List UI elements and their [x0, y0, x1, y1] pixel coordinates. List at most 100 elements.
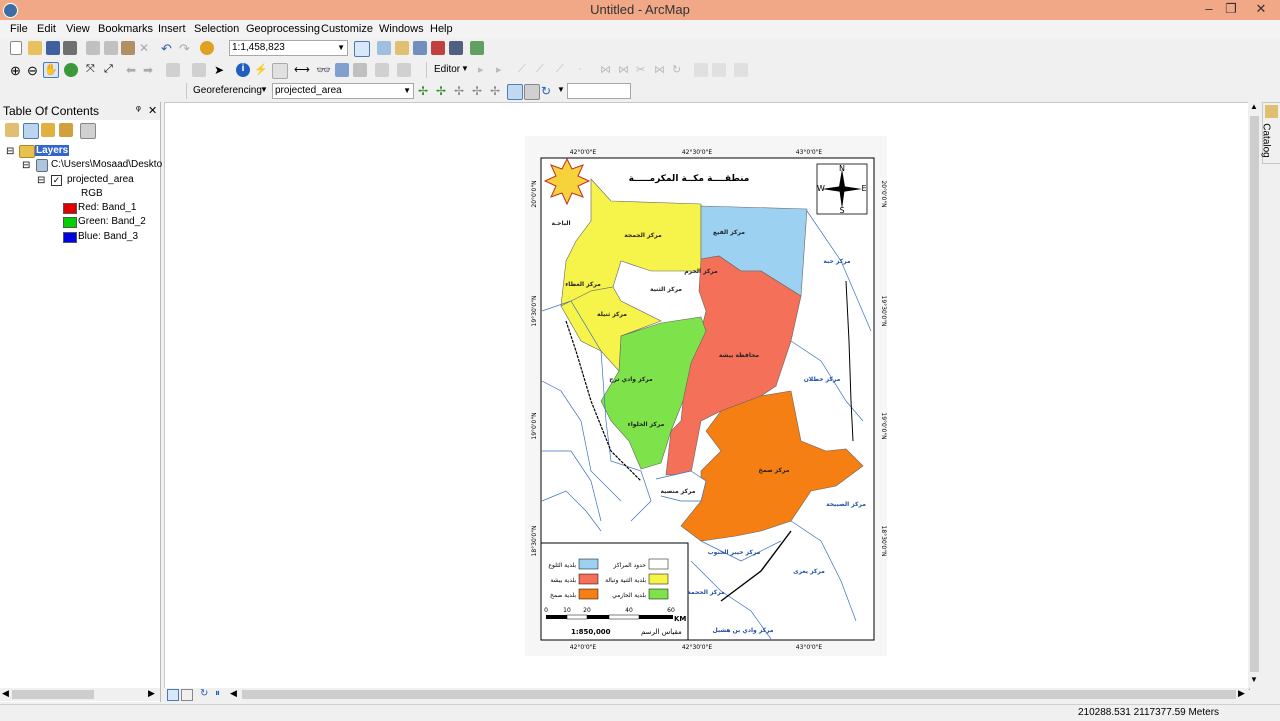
rotate-dropdown-icon[interactable]: ▼: [557, 85, 565, 94]
catalog-window-icon[interactable]: [395, 41, 409, 55]
open-folder-icon[interactable]: [28, 41, 42, 55]
menu-edit[interactable]: Edit: [37, 23, 56, 35]
georeferencing-menu[interactable]: Georeferencing: [193, 85, 262, 96]
editor-dropdown-icon[interactable]: ▼: [461, 64, 469, 73]
reshape-feature-icon[interactable]: ⋈: [618, 63, 632, 77]
create-features-icon[interactable]: [734, 63, 748, 77]
split-tool-icon[interactable]: ⋈: [654, 63, 668, 77]
refresh-icon[interactable]: ↻: [200, 688, 208, 699]
rotate-georef-icon[interactable]: ✢: [418, 84, 432, 98]
scale-georef-icon[interactable]: ✢: [454, 84, 468, 98]
map-vertical-scrollbar[interactable]: ▲ ▼: [1248, 102, 1261, 688]
cut-icon[interactable]: [86, 41, 100, 55]
menu-insert[interactable]: Insert: [158, 23, 186, 35]
scroll-down-icon[interactable]: ▼: [1250, 675, 1258, 684]
paste-icon[interactable]: [121, 41, 135, 55]
select-elements-arrow-icon[interactable]: ➤: [214, 63, 228, 77]
sketch-properties-icon[interactable]: [712, 63, 726, 77]
time-slider-icon[interactable]: [375, 63, 389, 77]
rotate-tool-icon[interactable]: ↻: [672, 63, 686, 77]
zoom-out-icon[interactable]: ⊖: [27, 63, 41, 78]
map-horizontal-scrollbar[interactable]: ↻ ⏸ ◀ ▶: [164, 688, 1248, 702]
undo-icon[interactable]: ↶: [161, 41, 175, 56]
scroll-right-icon[interactable]: ▶: [1238, 688, 1245, 699]
hyperlink-icon[interactable]: ⚡: [254, 63, 268, 77]
table-of-contents-icon[interactable]: [377, 41, 391, 55]
menu-windows[interactable]: Windows: [379, 23, 424, 35]
fixed-zoom-in-icon[interactable]: ⤧: [86, 63, 100, 77]
edit-vertices-icon[interactable]: ⋈: [600, 63, 614, 77]
model-builder-icon[interactable]: [470, 41, 484, 55]
zoom-in-icon[interactable]: ⊕: [10, 63, 24, 78]
menu-file[interactable]: File: [10, 23, 28, 35]
redo-icon[interactable]: ↷: [179, 41, 193, 56]
layer-name[interactable]: projected_area: [67, 174, 134, 185]
toc-options-icon[interactable]: [80, 123, 96, 139]
html-popup-icon[interactable]: [272, 63, 288, 79]
layer-visibility-checkbox[interactable]: ✓: [51, 175, 62, 186]
toc-pin-icon[interactable]: ᵠ: [136, 104, 141, 116]
map-data-view[interactable]: منطقــــة مكــة المكرمـــــة حدود المراك…: [164, 102, 1250, 690]
edit-annotation-icon[interactable]: ▸: [496, 63, 510, 77]
forward-arrow-icon[interactable]: ➡: [143, 63, 157, 77]
menu-geoprocessing[interactable]: Geoprocessing: [246, 23, 320, 35]
editor-toolbar-icon[interactable]: [354, 41, 370, 57]
georef-value-input[interactable]: [567, 83, 631, 99]
select-link-icon[interactable]: ✢: [490, 84, 504, 98]
layer-expand-toggle[interactable]: ⊟: [37, 175, 45, 186]
shift-georef-icon[interactable]: ✢: [436, 84, 450, 98]
toc-scroll-left-icon[interactable]: ◀: [2, 688, 9, 699]
create-viewer-window-icon[interactable]: [397, 63, 411, 77]
list-by-source-icon[interactable]: [23, 123, 39, 139]
attributes-icon[interactable]: [694, 63, 708, 77]
cut-polygons-icon[interactable]: ✂: [636, 63, 650, 77]
fixed-zoom-out-icon[interactable]: ⤢: [104, 63, 118, 77]
pan-hand-icon[interactable]: ✋: [43, 62, 59, 78]
pause-drawing-icon[interactable]: ⏸: [215, 688, 220, 699]
back-arrow-icon[interactable]: ⬅: [126, 63, 140, 77]
editor-menu[interactable]: Editor: [434, 64, 460, 75]
close-button[interactable]: ✕: [1244, 0, 1278, 18]
add-data-icon[interactable]: [200, 41, 214, 55]
georeferencing-dropdown-icon[interactable]: ▼: [260, 85, 268, 94]
menu-customize[interactable]: Customize: [321, 23, 373, 35]
python-window-icon[interactable]: [449, 41, 463, 55]
viewer-icon[interactable]: [524, 84, 540, 100]
vertical-scroll-thumb[interactable]: [1250, 116, 1259, 672]
data-view-icon[interactable]: [167, 689, 179, 701]
new-document-icon[interactable]: [10, 41, 22, 55]
georeferencing-layer-select[interactable]: projected_area ▼: [272, 83, 414, 99]
layer-source-path[interactable]: C:\Users\Mosaad\Deskto: [51, 159, 162, 170]
list-by-visibility-icon[interactable]: [41, 123, 55, 137]
straight-segment-icon[interactable]: ⟋: [518, 63, 532, 77]
rotate-button-icon[interactable]: ↻: [541, 84, 555, 98]
copy-icon[interactable]: [104, 41, 118, 55]
list-by-drawing-order-icon[interactable]: [5, 123, 19, 137]
search-window-icon[interactable]: [413, 41, 427, 55]
catalog-side-tab[interactable]: Catalog: [1261, 102, 1280, 164]
menu-help[interactable]: Help: [430, 23, 453, 35]
maximize-button[interactable]: ❐: [1218, 0, 1244, 18]
add-control-points-icon[interactable]: ✢: [472, 84, 486, 98]
view-link-table-icon[interactable]: [507, 84, 523, 100]
full-extent-globe-icon[interactable]: [64, 63, 78, 77]
end-point-arc-icon[interactable]: ⟋: [536, 63, 550, 77]
menu-selection[interactable]: Selection: [194, 23, 239, 35]
toc-scroll-right-icon[interactable]: ▶: [148, 688, 155, 699]
clear-selection-icon[interactable]: [192, 63, 206, 77]
arctoolbox-icon[interactable]: [431, 41, 445, 55]
find-route-icon[interactable]: [335, 63, 349, 77]
identify-icon[interactable]: i: [236, 63, 250, 77]
layout-view-icon[interactable]: [181, 689, 193, 701]
toc-scroll-thumb[interactable]: [12, 690, 94, 699]
toc-close-icon[interactable]: ✕: [148, 104, 157, 117]
scroll-left-icon[interactable]: ◀: [230, 688, 237, 699]
print-icon[interactable]: [63, 41, 77, 55]
layers-expand-toggle[interactable]: ⊟: [6, 146, 14, 157]
point-icon[interactable]: ·: [578, 63, 592, 77]
delete-icon[interactable]: ✕: [139, 41, 153, 55]
toc-horizontal-scrollbar[interactable]: ◀ ▶: [0, 688, 160, 701]
trace-icon[interactable]: ⟋: [556, 63, 570, 77]
scroll-up-icon[interactable]: ▲: [1250, 102, 1258, 111]
measure-icon[interactable]: ⟷: [294, 63, 310, 77]
